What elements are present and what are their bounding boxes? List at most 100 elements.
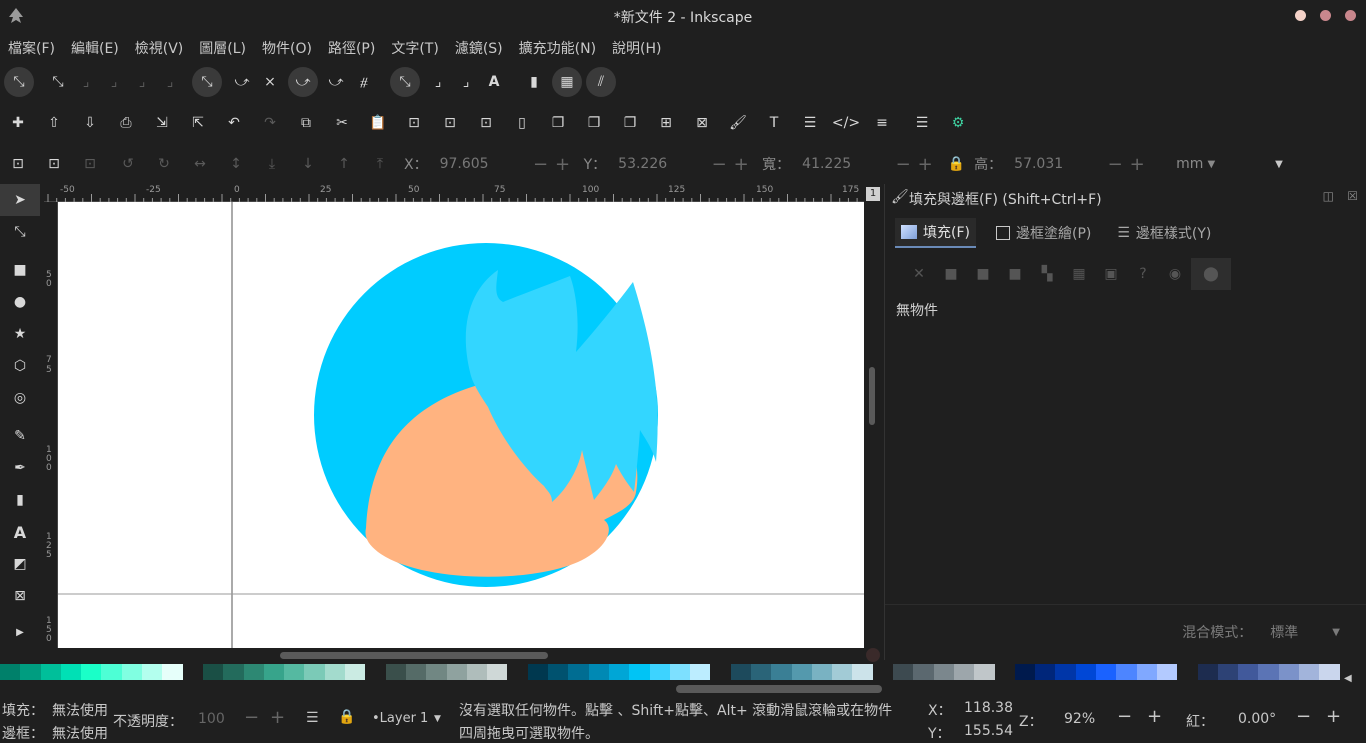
y-decrement-button[interactable]: − — [708, 154, 730, 175]
snap-grid-icon[interactable]: ▦ — [552, 67, 582, 97]
export-icon[interactable]: ⇱ — [184, 109, 212, 137]
palette-swatch[interactable] — [1299, 664, 1320, 680]
maximize-button[interactable] — [1320, 10, 1331, 21]
palette-swatch[interactable] — [669, 664, 691, 680]
palette-swatch[interactable] — [466, 664, 488, 680]
zoom-selection-icon[interactable]: ⊡ — [400, 109, 428, 137]
open-icon[interactable]: ⇧ — [40, 109, 68, 137]
lower-bottom-icon[interactable]: ⤓ — [258, 150, 286, 178]
menu-edit[interactable]: 編輯(E) — [71, 38, 119, 58]
objects-icon[interactable]: ☰ — [908, 109, 936, 137]
layers-toggle-icon[interactable]: ☰ — [306, 710, 319, 726]
palette-swatch[interactable] — [1238, 664, 1259, 680]
palette-swatch[interactable] — [1156, 664, 1178, 680]
print-icon[interactable]: ⎙ — [112, 109, 140, 137]
palette-swatch[interactable] — [872, 664, 894, 680]
palette-swatch[interactable] — [40, 664, 61, 680]
tab-fill[interactable]: 填充(F) — [895, 218, 976, 248]
palette-swatch[interactable] — [913, 664, 934, 680]
text-tool-icon[interactable]: A — [0, 516, 40, 548]
preferences-icon[interactable]: ⚙ — [944, 109, 972, 137]
star-tool-icon[interactable]: ★ — [0, 318, 40, 350]
palette-swatch[interactable] — [1035, 664, 1056, 680]
palette-swatch[interactable] — [933, 664, 954, 680]
close-button[interactable] — [1345, 10, 1356, 21]
pen-tool-icon[interactable]: ✒ — [0, 452, 40, 484]
width-input[interactable]: 41.225 — [796, 156, 892, 172]
flip-horizontal-icon[interactable]: ↔ — [186, 150, 214, 178]
redo-icon[interactable]: ↷ — [256, 109, 284, 137]
palette-swatch[interactable] — [405, 664, 427, 680]
palette-swatch[interactable] — [750, 664, 772, 680]
rotation-input[interactable]: 0.00° — [1238, 711, 1276, 727]
palette-swatch[interactable] — [730, 664, 751, 680]
rotate-increment-button[interactable]: + — [1326, 706, 1341, 727]
unset-paint-icon[interactable]: ? — [1127, 266, 1159, 282]
drawing-canvas[interactable] — [58, 202, 864, 648]
palette-swatch[interactable] — [162, 664, 183, 680]
rotate-decrement-button[interactable]: − — [1296, 706, 1311, 727]
palette-swatch[interactable] — [1116, 664, 1137, 680]
stroke-status-value[interactable]: 無法使用 — [52, 723, 108, 743]
height-decrement-button[interactable]: − — [1104, 154, 1126, 175]
duplicate-icon[interactable]: ❐ — [544, 109, 572, 137]
zoom-out-button[interactable]: − — [1117, 706, 1132, 727]
gradient-tool-icon[interactable]: ◩ — [0, 548, 40, 580]
snap-rotation-center-icon[interactable]: ⌟ — [452, 68, 480, 96]
pencil-tool-icon[interactable]: ✎ — [0, 420, 40, 452]
palette-swatch[interactable] — [142, 664, 163, 680]
horizontal-ruler[interactable]: -50 -25 0 25 50 75 100 125 150 175 — [44, 184, 864, 202]
palette-swatch[interactable] — [1055, 664, 1076, 680]
menu-view[interactable]: 檢視(V) — [135, 38, 184, 58]
palette-swatch[interactable] — [1177, 664, 1198, 680]
width-increment-button[interactable]: + — [914, 154, 936, 175]
palette-swatch[interactable] — [60, 664, 82, 680]
vertical-ruler[interactable]: 5 0 7 5 1 0 0 1 2 5 1 5 0 — [44, 202, 58, 648]
fill-stroke-icon[interactable]: 🖌 — [724, 109, 752, 137]
palette-swatch[interactable] — [284, 664, 305, 680]
toolbar-overflow-icon[interactable]: ▼ — [1275, 159, 1283, 170]
tab-stroke-style[interactable]: ☰ 邊框樣式(Y) — [1111, 218, 1217, 248]
panel-toggle-icon[interactable]: 1 — [866, 187, 880, 201]
menu-text[interactable]: 文字(T) — [391, 38, 438, 58]
palette-swatch[interactable] — [1075, 664, 1097, 680]
deselect-icon[interactable]: ⊡ — [76, 150, 104, 178]
palette-swatch[interactable] — [385, 664, 406, 680]
opacity-increment-button[interactable]: + — [270, 707, 285, 728]
palette-swatch[interactable] — [324, 664, 346, 680]
y-increment-button[interactable]: + — [730, 154, 752, 175]
zoom-input[interactable]: 92% — [1064, 711, 1095, 727]
undo-icon[interactable]: ↶ — [220, 109, 248, 137]
color-palette[interactable] — [0, 664, 1340, 680]
x-decrement-button[interactable]: − — [530, 154, 552, 175]
calligraphy-tool-icon[interactable]: ▮ — [0, 484, 40, 516]
palette-swatch[interactable] — [1096, 664, 1117, 680]
palette-swatch[interactable] — [426, 664, 447, 680]
raise-top-icon[interactable]: ⤒ — [366, 150, 394, 178]
palette-swatch[interactable] — [202, 664, 224, 680]
palette-swatch[interactable] — [1278, 664, 1299, 680]
snap-intersection-icon[interactable]: ⨯ — [256, 68, 284, 96]
radial-gradient-icon[interactable]: ■ — [999, 266, 1031, 282]
palette-swatch[interactable] — [893, 664, 914, 680]
palette-swatch[interactable] — [121, 664, 143, 680]
palette-swatch[interactable] — [588, 664, 609, 680]
palette-scrollbar[interactable] — [676, 685, 882, 693]
fill-rule-evenodd-icon[interactable]: ◉ — [1159, 266, 1191, 282]
snap-bbox-icon[interactable]: ⤡ — [44, 68, 72, 96]
palette-swatch[interactable] — [710, 664, 731, 680]
snap-center-icon[interactable]: ⌟ — [424, 68, 452, 96]
palette-swatch[interactable] — [527, 664, 549, 680]
palette-swatch[interactable] — [1136, 664, 1157, 680]
node-tool-icon[interactable]: ⤡ — [0, 216, 40, 248]
save-icon[interactable]: ⇩ — [76, 109, 104, 137]
palette-swatch[interactable] — [1197, 664, 1218, 680]
palette-swatch[interactable] — [953, 664, 975, 680]
more-tools-icon[interactable]: ▶ — [0, 616, 40, 648]
palette-swatch[interactable] — [974, 664, 995, 680]
menu-object[interactable]: 物件(O) — [262, 38, 312, 58]
raise-icon[interactable]: ↑ — [330, 150, 358, 178]
rectangle-tool-icon[interactable]: ■ — [0, 254, 40, 286]
snap-path-icon[interactable]: ⤻ — [228, 68, 256, 96]
unit-select[interactable]: mm — [1176, 156, 1203, 172]
